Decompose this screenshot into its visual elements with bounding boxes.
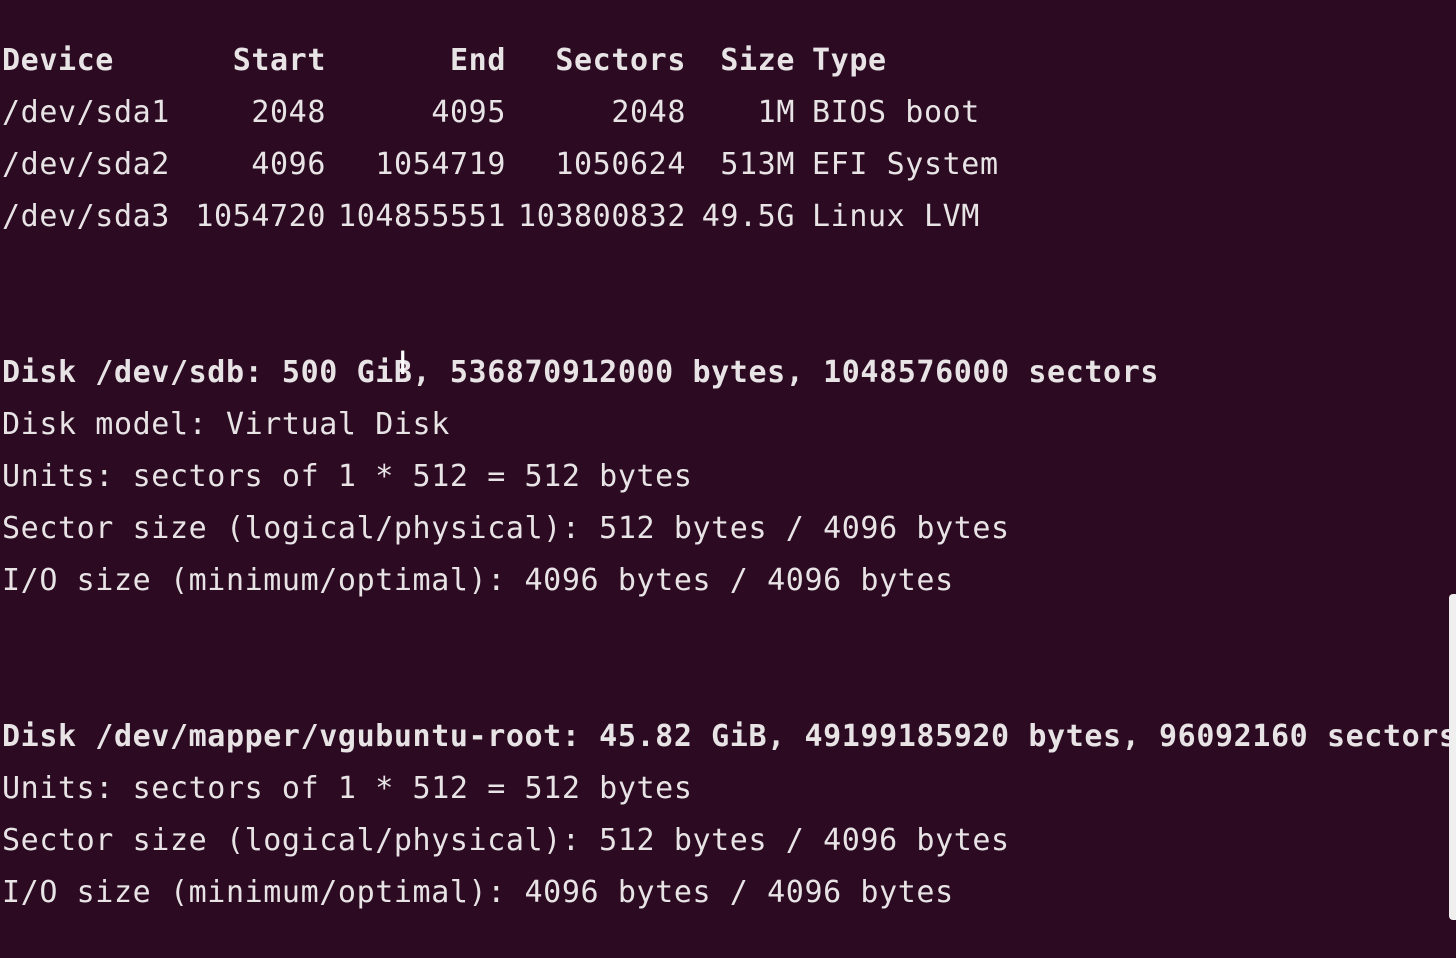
cell-end: 104855551 (338, 199, 506, 234)
disk-sdb-model: Disk model: Virtual Disk (2, 407, 450, 442)
cell-device: /dev/sda3 (2, 199, 170, 234)
table-row: /dev/sda3 1054720 104855551 103800832 49… (0, 191, 1100, 243)
cell-type: BIOS boot (812, 95, 980, 130)
cell-end: 1054719 (375, 147, 506, 182)
disk-root-header: Disk /dev/mapper/vgubuntu-root: 45.82 Gi… (2, 719, 1456, 754)
table-row: /dev/sda2 4096 1054719 1050624 513M EFI … (0, 139, 1100, 191)
col-header-device: Device (2, 43, 114, 78)
disk-sdb-sector-size: Sector size (logical/physical): 512 byte… (2, 511, 1010, 546)
cell-device: /dev/sda2 (2, 147, 170, 182)
cell-start: 4096 (251, 147, 326, 182)
disk-root-sector-size: Sector size (logical/physical): 512 byte… (2, 823, 1010, 858)
col-header-end: End (450, 43, 506, 78)
col-header-size: Size (720, 43, 795, 78)
cell-type: Linux LVM (812, 199, 980, 234)
cell-type: EFI System (812, 147, 999, 182)
disk-sdb-io-size: I/O size (minimum/optimal): 4096 bytes /… (2, 563, 954, 598)
col-header-sectors: Sectors (555, 43, 686, 78)
col-header-type: Type (812, 43, 887, 78)
cell-end: 4095 (431, 95, 506, 130)
disk-sdb-header: Disk /dev/sdb: 500 GiB, 536870912000 byt… (2, 355, 1160, 390)
cell-size: 1M (757, 95, 795, 130)
partition-table-header: Device Start End Sectors Size Type (0, 35, 1100, 87)
disk-sdb-units: Units: sectors of 1 * 512 = 512 bytes (2, 459, 693, 494)
cell-sectors: 2048 (611, 95, 686, 130)
cell-size: 513M (720, 147, 795, 182)
cell-start: 1054720 (195, 199, 326, 234)
cell-sectors: 103800832 (518, 199, 686, 234)
cell-device: /dev/sda1 (2, 95, 170, 130)
cell-sectors: 1050624 (555, 147, 686, 182)
cell-start: 2048 (251, 95, 326, 130)
scrollbar-thumb[interactable] (1449, 594, 1456, 920)
disk-root-io-size: I/O size (minimum/optimal): 4096 bytes /… (2, 875, 954, 910)
col-header-start: Start (232, 43, 326, 78)
terminal-window[interactable]: Device Start End Sectors Size Type /dev/… (0, 0, 1456, 958)
cell-size: 49.5G (701, 199, 795, 234)
disk-root-units: Units: sectors of 1 * 512 = 512 bytes (2, 771, 693, 806)
table-row: /dev/sda1 2048 4095 2048 1M BIOS boot (0, 87, 1100, 139)
